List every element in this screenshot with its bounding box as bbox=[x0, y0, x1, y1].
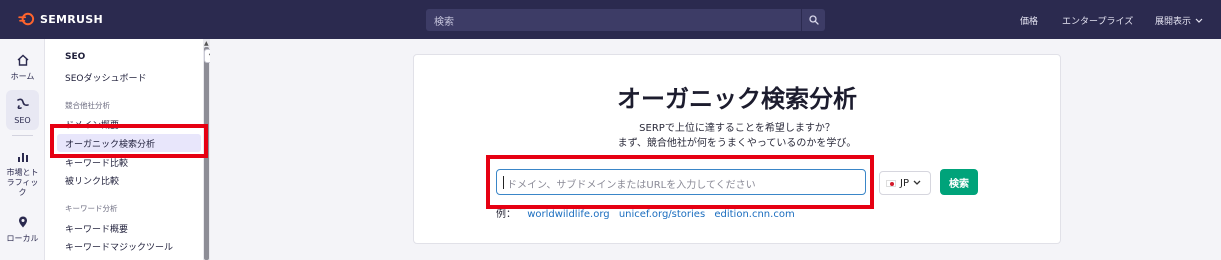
rail-label-local: ローカル bbox=[6, 234, 39, 243]
page-title: オーガニック検索分析 bbox=[617, 85, 857, 113]
main-content: オーガニック検索分析 SERPで上位に達することを希望しますか？ まず、競合他社… bbox=[210, 39, 1221, 260]
nav-expand-label: 展開表示 bbox=[1155, 17, 1192, 27]
page-subtitle-1: SERPで上位に達することを希望しますか？ bbox=[639, 123, 835, 134]
top-bar: SEMRUSH 検索 価格 エンタープライズ 展開表示 bbox=[0, 0, 1221, 39]
rail-label-seo: SEO bbox=[14, 116, 31, 125]
rail-item-home[interactable]: ホーム bbox=[0, 51, 45, 82]
sidebar-item-keyword-overview[interactable]: キーワード概要 bbox=[65, 222, 128, 235]
rail-label-home: ホーム bbox=[10, 72, 35, 81]
left-rail: ホーム SEO 市場とトラフィック ローカル bbox=[0, 39, 45, 260]
search-icon bbox=[808, 15, 819, 25]
sidebar-item-keyword-magic[interactable]: キーワードマジックツール bbox=[65, 240, 173, 253]
seo-icon bbox=[17, 98, 29, 110]
chevron-down-icon bbox=[1195, 18, 1203, 23]
page-subtitle-2: まず、競合他社が何をうまくやっているのかを学び。 bbox=[617, 138, 857, 149]
examples-prefix: 例： bbox=[496, 209, 516, 220]
scroll-up-arrow-icon[interactable]: ▲ bbox=[204, 40, 209, 47]
brand[interactable]: SEMRUSH bbox=[18, 12, 103, 26]
rail-item-local[interactable]: ローカル bbox=[0, 213, 45, 244]
global-search-placeholder: 検索 bbox=[434, 17, 454, 28]
rail-item-market[interactable]: 市場とトラフィック bbox=[3, 147, 42, 198]
sidebar-item-dashboard[interactable]: SEOダッシュボード bbox=[65, 71, 146, 84]
example-link-worldwildlife[interactable]: worldwildlife.org bbox=[527, 209, 609, 220]
sidebar-heading: SEO bbox=[65, 52, 86, 62]
nav-pricing[interactable]: 価格 bbox=[1020, 14, 1038, 27]
home-icon bbox=[17, 54, 28, 66]
annotation-highlight-sidebar bbox=[50, 124, 208, 158]
example-link-unicef[interactable]: unicef.org/stories bbox=[619, 209, 705, 220]
database-value: JP bbox=[900, 177, 909, 189]
global-search-button[interactable] bbox=[801, 9, 825, 31]
sidebar-item-backlink-gap[interactable]: 被リンク比較 bbox=[65, 174, 119, 187]
search-button[interactable]: 検索 bbox=[940, 169, 978, 195]
sidebar-section-keywords: キーワード分析 bbox=[65, 204, 118, 213]
location-pin-icon bbox=[18, 216, 27, 228]
sidebar-section-competitors: 競合他社分析 bbox=[65, 101, 110, 110]
nav-expand[interactable]: 展開表示 bbox=[1155, 14, 1203, 27]
annotation-highlight-input bbox=[486, 155, 874, 209]
chevron-down-icon bbox=[913, 180, 921, 185]
global-search-input[interactable]: 検索 bbox=[426, 9, 825, 31]
bar-chart-icon bbox=[17, 153, 28, 162]
organic-research-card: オーガニック検索分析 SERPで上位に達することを希望しますか？ まず、競合他社… bbox=[413, 54, 1061, 244]
database-select[interactable]: JP bbox=[879, 171, 931, 195]
rail-label-market: 市場とトラフィック bbox=[6, 168, 39, 197]
rail-item-seo[interactable]: SEO bbox=[6, 90, 39, 130]
semrush-logo-icon bbox=[18, 12, 35, 26]
example-link-cnn[interactable]: edition.cnn.com bbox=[714, 209, 794, 220]
japan-flag-icon bbox=[886, 179, 896, 187]
brand-name: SEMRUSH bbox=[40, 12, 104, 26]
rail-divider bbox=[12, 135, 33, 136]
nav-enterprise[interactable]: エンタープライズ bbox=[1062, 14, 1133, 27]
